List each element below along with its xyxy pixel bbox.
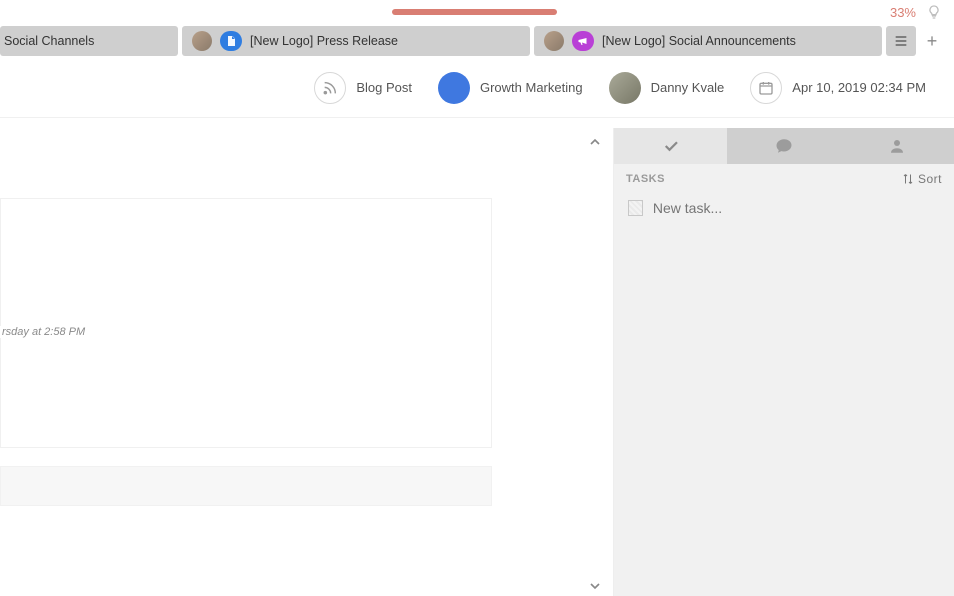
chevron-down-icon[interactable]	[587, 578, 603, 594]
tab-label: [New Logo] Social Announcements	[602, 34, 796, 48]
category-chip[interactable]: Growth Marketing	[430, 72, 591, 104]
sort-label: Sort	[918, 172, 942, 186]
megaphone-icon	[572, 31, 594, 51]
progress-fill	[392, 9, 557, 15]
avatar	[192, 31, 212, 51]
avatar	[609, 72, 641, 104]
lightbulb-icon[interactable]	[926, 4, 942, 20]
meta-bar: Blog Post Growth Marketing Danny Kvale A…	[0, 58, 954, 118]
content-placeholder	[0, 198, 492, 448]
author-name: Danny Kvale	[651, 80, 725, 95]
side-panel: TASKS Sort	[614, 128, 954, 596]
chevron-up-icon[interactable]	[587, 134, 603, 150]
tab-social-announcements[interactable]: [New Logo] Social Announcements	[534, 26, 882, 56]
post-type-label: Blog Post	[356, 80, 412, 95]
edit-timestamp: rsday at 2:58 PM	[0, 326, 87, 338]
avatar	[544, 31, 564, 51]
post-type-chip[interactable]: Blog Post	[306, 72, 420, 104]
new-task-row[interactable]	[614, 194, 954, 222]
content-footer-bar	[0, 466, 492, 506]
category-label: Growth Marketing	[480, 80, 583, 95]
add-tab-button[interactable]: +	[918, 26, 946, 56]
tab-bar: Social Channels [New Logo] Press Release…	[0, 24, 954, 58]
side-tab-people[interactable]	[841, 128, 954, 164]
datetime-label: Apr 10, 2019 02:34 PM	[792, 80, 926, 95]
side-tab-comments[interactable]	[727, 128, 840, 164]
category-color-dot	[438, 72, 470, 104]
datetime-chip[interactable]: Apr 10, 2019 02:34 PM	[742, 72, 934, 104]
editor-pane: rsday at 2:58 PM	[0, 128, 614, 596]
calendar-icon	[750, 72, 782, 104]
tab-label: Social Channels	[4, 34, 94, 48]
progress-percent: 33%	[890, 5, 916, 20]
sort-button[interactable]: Sort	[902, 172, 942, 186]
progress-bar	[392, 9, 872, 15]
rss-icon	[314, 72, 346, 104]
list-view-button[interactable]	[886, 26, 916, 56]
tab-press-release[interactable]: [New Logo] Press Release	[182, 26, 530, 56]
tasks-heading: TASKS	[626, 173, 665, 185]
side-tab-tasks[interactable]	[614, 128, 727, 164]
document-icon	[220, 31, 242, 51]
task-checkbox[interactable]	[628, 200, 643, 216]
tab-label: [New Logo] Press Release	[250, 34, 398, 48]
new-task-input[interactable]	[653, 200, 940, 216]
author-chip[interactable]: Danny Kvale	[601, 72, 733, 104]
tab-social-channels[interactable]: Social Channels	[0, 26, 178, 56]
